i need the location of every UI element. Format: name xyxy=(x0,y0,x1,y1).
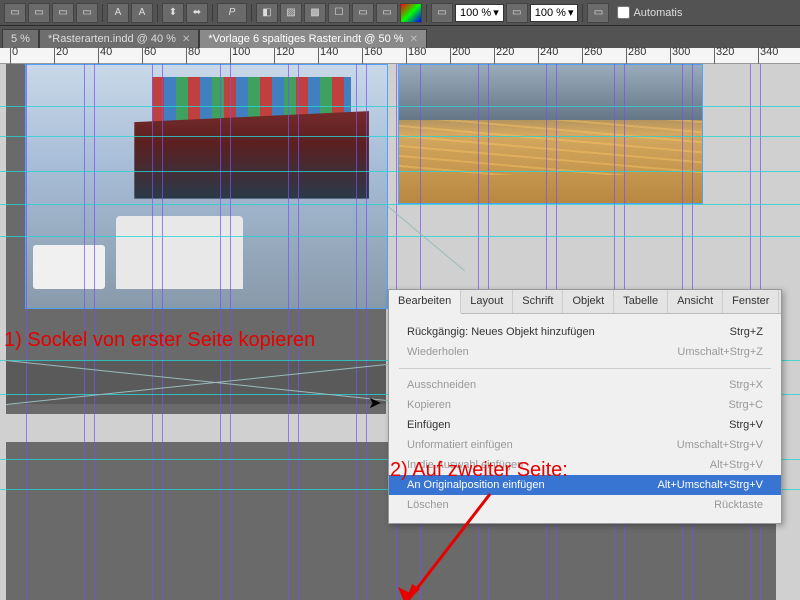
menu-item-shortcut: Strg+V xyxy=(729,419,763,431)
zoom-field-1[interactable]: 100 %▾ xyxy=(455,4,504,22)
guide-h[interactable] xyxy=(0,236,800,237)
document-tabs: 5 % *Rasterarten.indd @ 40 % ✕ *Vorlage 6… xyxy=(0,26,800,48)
tool-btn[interactable]: ▭ xyxy=(587,3,609,23)
chevron-down-icon: ▾ xyxy=(568,6,574,19)
tool-btn[interactable]: A xyxy=(107,3,129,23)
doc-tab-0[interactable]: 5 % xyxy=(2,29,39,48)
tool-btn[interactable]: ▩ xyxy=(304,3,326,23)
tool-btn[interactable]: ⬌ xyxy=(186,3,208,23)
cursor-icon: ➤ xyxy=(368,393,381,413)
tool-btn[interactable]: ▭ xyxy=(28,3,50,23)
menu-item: Kopieren Strg+C xyxy=(389,395,781,415)
close-icon[interactable]: ✕ xyxy=(410,34,418,45)
menu-item-shortcut: Strg+Z xyxy=(730,326,763,338)
tool-btn[interactable]: ▭ xyxy=(76,3,98,23)
menu-item: Unformatiert einfügen Umschalt+Strg+V xyxy=(389,435,781,455)
tool-btn[interactable]: ☐ xyxy=(328,3,350,23)
menu-item-label: Einfügen xyxy=(407,419,450,431)
fx-btn[interactable] xyxy=(400,3,422,23)
tab-label: 5 % xyxy=(11,33,30,45)
ctx-tab-schrift[interactable]: Schrift xyxy=(513,290,563,313)
menu-item[interactable]: Einfügen Strg+V xyxy=(389,415,781,435)
tool-btn[interactable]: ▭ xyxy=(4,3,26,23)
tool-btn[interactable]: A xyxy=(131,3,153,23)
menu-item-shortcut: Alt+Umschalt+Strg+V xyxy=(658,479,763,491)
close-icon[interactable]: ✕ xyxy=(182,34,190,45)
menu-item-shortcut: Strg+X xyxy=(729,379,763,391)
image-frame-transport[interactable] xyxy=(25,64,388,309)
zoom-field-2[interactable]: 100 %▾ xyxy=(530,4,579,22)
image-frame-highway[interactable] xyxy=(398,64,703,204)
menu-item-shortcut: Rücktaste xyxy=(714,499,763,511)
tool-btn[interactable]: ⬍ xyxy=(162,3,184,23)
tool-btn[interactable]: ◧ xyxy=(256,3,278,23)
ctx-tab-tabelle[interactable]: Tabelle xyxy=(614,290,668,313)
menu-item-label: Kopieren xyxy=(407,399,451,411)
tab-label: *Vorlage 6 spaltiges Raster.indt @ 50 % xyxy=(208,33,403,45)
ctx-tab-bearbeiten[interactable]: Bearbeiten xyxy=(389,290,461,314)
annotation-arrow xyxy=(390,489,510,600)
menu-item-label: Wiederholen xyxy=(407,346,469,358)
annotation-1: 1) Sockel von erster Seite kopieren xyxy=(4,329,315,352)
tool-btn[interactable]: ▨ xyxy=(280,3,302,23)
ctx-tab-ansicht[interactable]: Ansicht xyxy=(668,290,723,313)
guide-v[interactable] xyxy=(356,64,357,600)
chevron-down-icon: ▾ xyxy=(493,6,499,19)
tool-btn[interactable]: ▭ xyxy=(52,3,74,23)
menu-item-shortcut: Umschalt+Strg+V xyxy=(677,439,763,451)
ctx-tab-fenster[interactable]: Fenster xyxy=(723,290,779,313)
document-canvas[interactable]: 1) Sockel von erster Seite kopieren 2) A… xyxy=(0,64,800,600)
menu-item-label: Ausschneiden xyxy=(407,379,476,391)
menu-separator xyxy=(399,368,771,369)
guide-h[interactable] xyxy=(0,106,800,107)
menu-item-label: Rückgängig: Neues Objekt hinzufügen xyxy=(407,326,595,338)
paragraph-style-btn[interactable]: P xyxy=(217,3,247,23)
menu-item-shortcut: Umschalt+Strg+Z xyxy=(677,346,763,358)
auto-label: Automatis xyxy=(633,7,682,19)
guide-h[interactable] xyxy=(0,204,800,205)
guide-h[interactable] xyxy=(0,171,800,172)
ctx-tab-layout[interactable]: Layout xyxy=(461,290,513,313)
menu-item-shortcut: Strg+C xyxy=(728,399,763,411)
annotation-2: 2) Auf zweiter Seite: xyxy=(390,459,568,482)
tab-label: *Rasterarten.indd @ 40 % xyxy=(48,33,176,45)
guide-v[interactable] xyxy=(366,64,367,600)
app-toolbar: ▭ ▭ ▭ ▭ A A ⬍ ⬌ P ◧ ▨ ▩ ☐ ▭ ▭ ▭ 100 %▾ ▭… xyxy=(0,0,800,26)
guide-h[interactable] xyxy=(0,136,800,137)
auto-checkbox[interactable]: Automatis xyxy=(617,6,682,19)
menu-item[interactable]: Rückgängig: Neues Objekt hinzufügen Strg+… xyxy=(389,322,781,342)
ctx-tab-objekt[interactable]: Objekt xyxy=(563,290,614,313)
context-menu-tabs: Bearbeiten Layout Schrift Objekt Tabelle… xyxy=(389,290,781,314)
menu-item: Ausschneiden Strg+X xyxy=(389,375,781,395)
horizontal-ruler[interactable]: 0 20 40 60 80 100 120 140 160 180 200 22… xyxy=(0,48,800,64)
zoom-value: 100 % xyxy=(460,7,491,19)
tool-btn[interactable]: ▭ xyxy=(506,3,528,23)
menu-item-label: Unformatiert einfügen xyxy=(407,439,513,451)
tool-btn[interactable]: ▭ xyxy=(352,3,374,23)
tool-btn[interactable]: ▭ xyxy=(376,3,398,23)
zoom-value: 100 % xyxy=(535,7,566,19)
frame-diag xyxy=(388,206,465,271)
menu-item: Wiederholen Umschalt+Strg+Z xyxy=(389,342,781,362)
menu-item-shortcut: Alt+Strg+V xyxy=(710,459,763,471)
tool-btn[interactable]: ▭ xyxy=(431,3,453,23)
